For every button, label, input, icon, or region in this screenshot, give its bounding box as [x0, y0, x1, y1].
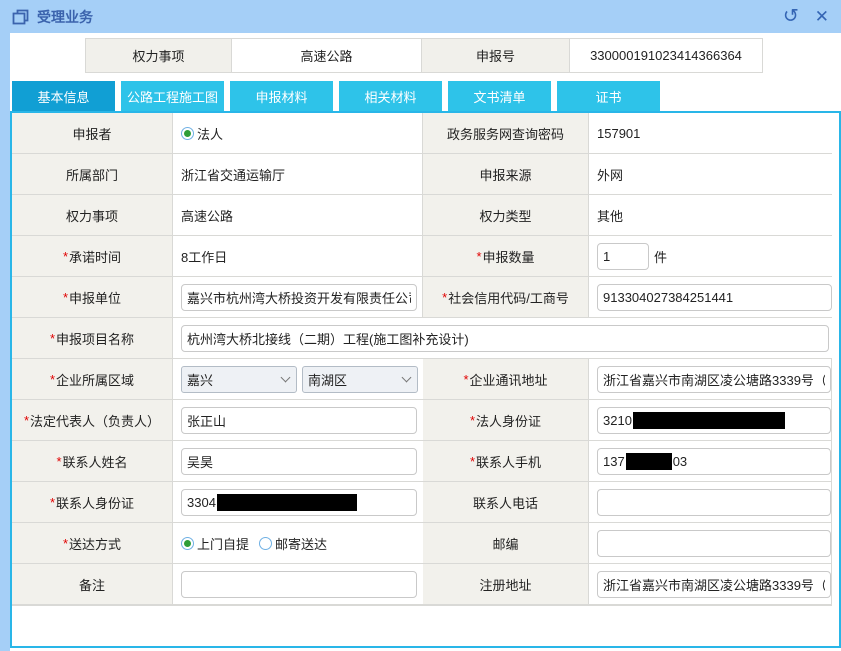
legal-representative-field: [173, 400, 423, 441]
radio-selected-icon: [181, 127, 194, 140]
chevron-down-icon: [402, 373, 412, 383]
credit-code-field: [589, 277, 832, 318]
city-select[interactable]: 嘉兴: [181, 366, 297, 393]
quantity-input[interactable]: [597, 243, 649, 270]
chevron-down-icon: [281, 373, 291, 383]
field-label-power-type: 权力类型: [423, 195, 589, 236]
contact-name-input[interactable]: [181, 448, 417, 475]
remarks-field: [173, 564, 423, 605]
tab-bar: 基本信息 公路工程施工图 申报材料 相关材料 文书清单 证书: [12, 81, 660, 111]
query-password-value: 157901: [589, 113, 832, 154]
project-name-field: [173, 318, 832, 359]
field-label-legal-id: * 法人身份证: [423, 400, 589, 441]
project-name-input[interactable]: [181, 325, 829, 352]
enterprise-region-field: 嘉兴 南湖区: [173, 359, 423, 400]
radio-self-pickup[interactable]: 上门自提: [181, 534, 249, 553]
field-label-declaring-unit: * 申报单位: [12, 277, 173, 318]
declaring-unit-input[interactable]: [181, 284, 417, 311]
field-label-registered-address: 注册地址: [423, 564, 589, 605]
field-label-legal-representative: * 法定代表人（负责人）: [12, 400, 173, 441]
titlebar: 受理业务 ↺ ✕: [0, 0, 841, 33]
field-label-applicant: 申报者: [12, 113, 173, 154]
contact-phone-field: [589, 482, 832, 523]
remarks-input[interactable]: [181, 571, 417, 598]
field-label-declaration-source: 申报来源: [423, 154, 589, 195]
header-field-label: 申报号: [422, 39, 570, 72]
field-label-delivery-method: * 送达方式: [12, 523, 173, 564]
contact-name-field: [173, 441, 423, 482]
contact-phone-input[interactable]: [597, 489, 831, 516]
header-field-value: 高速公路: [232, 39, 422, 72]
refresh-icon[interactable]: ↺: [783, 7, 799, 26]
postal-code-field: [589, 523, 832, 564]
field-label-project-name: * 申报项目名称: [12, 318, 173, 359]
applicant-type-field: 法人: [173, 113, 423, 154]
window-left-border: [0, 33, 10, 651]
field-label-contact-name: * 联系人姓名: [12, 441, 173, 482]
promise-time-value: 8工作日: [173, 236, 423, 277]
field-label-postal-code: 邮编: [423, 523, 589, 564]
field-label-contact-mobile: * 联系人手机: [423, 441, 589, 482]
tab-document-list[interactable]: 文书清单: [448, 81, 551, 111]
redaction-bar: [217, 494, 357, 511]
radio-unselected-icon: [259, 537, 272, 550]
legal-representative-input[interactable]: [181, 407, 417, 434]
tab-construction-drawing[interactable]: 公路工程施工图: [121, 81, 224, 111]
declaration-number: 330000191023414366364: [570, 39, 762, 72]
tab-declaration-materials[interactable]: 申报材料: [230, 81, 333, 111]
contact-id-field: 3304: [173, 482, 423, 523]
district-select[interactable]: 南湖区: [302, 366, 418, 393]
window-title: 受理业务: [37, 7, 93, 27]
delivery-method-field: 上门自提 邮寄送达: [173, 523, 423, 564]
field-label-query-password: 政务服务网查询密码: [423, 113, 589, 154]
declaration-source-value: 外网: [589, 154, 832, 195]
header-field-label: 权力事项: [86, 39, 232, 72]
tab-basic-info[interactable]: 基本信息: [12, 81, 115, 111]
registered-address-field: [589, 564, 832, 605]
redaction-bar: [633, 412, 785, 429]
header-summary-row: 权力事项 高速公路 申报号 330000191023414366364: [85, 38, 763, 73]
postal-code-input[interactable]: [597, 530, 831, 557]
titlebar-actions: ↺ ✕: [783, 7, 829, 26]
field-label-declaration-quantity: * 申报数量: [423, 236, 589, 277]
declaring-unit-field: [173, 277, 423, 318]
field-label-promise-time: * 承诺时间: [12, 236, 173, 277]
delivery-radio-group: 上门自提 邮寄送达: [181, 534, 327, 553]
close-icon[interactable]: ✕: [815, 8, 829, 25]
field-label-enterprise-region: * 企业所属区域: [12, 359, 173, 400]
contact-id-input[interactable]: 3304: [181, 489, 417, 516]
power-item-value: 高速公路: [173, 195, 423, 236]
window-icon: [12, 9, 29, 25]
contact-mobile-input[interactable]: 137 03: [597, 448, 831, 475]
redaction-bar: [626, 453, 672, 470]
tab-related-materials[interactable]: 相关材料: [339, 81, 442, 111]
quantity-unit: 件: [654, 247, 667, 266]
legal-id-field: 3210: [589, 400, 832, 441]
basic-info-form: 申报者 法人 政务服务网查询密码 157901 所属部门 浙江省交通运输厅: [12, 113, 832, 606]
radio-mail-delivery[interactable]: 邮寄送达: [259, 534, 327, 553]
field-label-contact-id: * 联系人身份证: [12, 482, 173, 523]
field-label-credit-code: * 社会信用代码/工商号: [423, 277, 589, 318]
tab-certificate[interactable]: 证书: [557, 81, 660, 111]
field-label-remarks: 备注: [12, 564, 173, 605]
declaration-quantity-field: 件: [589, 236, 832, 277]
credit-code-input[interactable]: [597, 284, 832, 311]
registered-address-input[interactable]: [597, 571, 831, 598]
field-label-contact-phone: 联系人电话: [423, 482, 589, 523]
field-label-power-item: 权力事项: [12, 195, 173, 236]
radio-legal-person[interactable]: 法人: [181, 124, 223, 143]
field-label-department: 所属部门: [12, 154, 173, 195]
legal-id-input[interactable]: 3210: [597, 407, 831, 434]
enterprise-address-field: [589, 359, 832, 400]
radio-selected-icon: [181, 537, 194, 550]
contact-mobile-field: 137 03: [589, 441, 832, 482]
accept-business-window: 受理业务 ↺ ✕ 权力事项 高速公路 申报号 33000019102341436…: [0, 0, 841, 651]
department-value: 浙江省交通运输厅: [173, 154, 423, 195]
power-type-value: 其他: [589, 195, 832, 236]
field-label-enterprise-address: * 企业通讯地址: [423, 359, 589, 400]
enterprise-address-input[interactable]: [597, 366, 831, 393]
basic-info-panel: 申报者 法人 政务服务网查询密码 157901 所属部门 浙江省交通运输厅: [10, 111, 841, 648]
